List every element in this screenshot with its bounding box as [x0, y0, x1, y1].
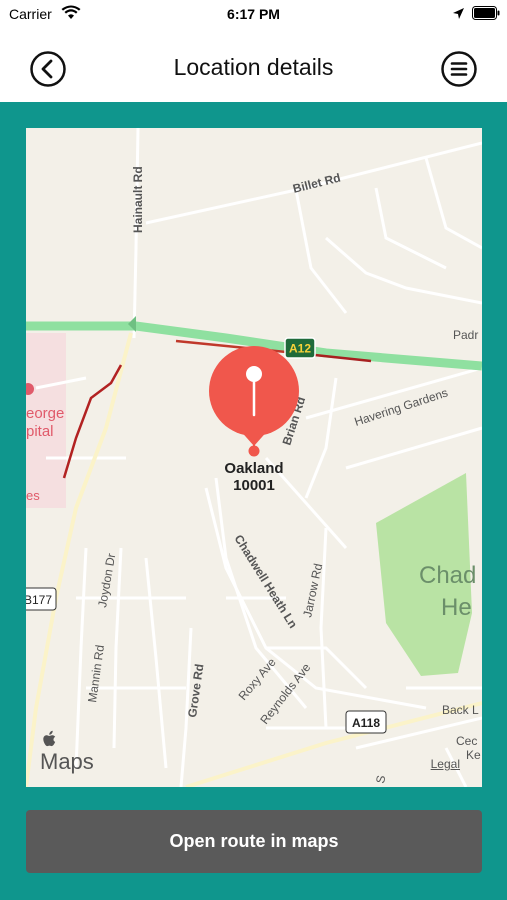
map-canvas[interactable]: A12 B177 A118 Hainault Rd Billet Rd Bria…	[26, 128, 482, 787]
padr-label: Padr	[453, 328, 478, 342]
location-arrow-icon	[452, 7, 465, 25]
b177-label: B177	[26, 593, 52, 607]
menu-button[interactable]	[440, 50, 478, 88]
menu-circle-icon	[441, 51, 477, 87]
a12-label: A12	[289, 342, 311, 356]
pin-label: Oakland 10001	[194, 460, 314, 494]
apple-maps-logo: Maps	[40, 729, 94, 775]
pin-code: 10001	[233, 477, 275, 494]
joydon-dr-label: Joydon Dr	[95, 552, 118, 608]
status-bar: Carrier 6:17 PM	[0, 0, 507, 28]
park-label-2: He	[441, 594, 472, 621]
ke-label: Ke	[466, 748, 481, 762]
roxy-ave-label: Roxy Ave	[236, 655, 279, 703]
content-area: A12 B177 A118 Hainault Rd Billet Rd Bria…	[0, 102, 507, 900]
pin-name: Oakland	[224, 460, 284, 477]
minor-streets	[35, 128, 482, 787]
chadwell-heath-ln-label: Chadwell Heath Ln	[231, 532, 300, 630]
park-label-1: Chad	[419, 562, 476, 589]
battery-icon	[472, 6, 500, 25]
clock: 6:17 PM	[227, 6, 280, 22]
maps-text: Maps	[40, 749, 94, 774]
billet-rd-label: Billet Rd	[291, 171, 342, 196]
hospital-label-2: pital	[26, 423, 54, 440]
mannin-rd-label: Mannin Rd	[85, 644, 107, 703]
back-lane-label: Back L	[442, 703, 479, 717]
legal-link[interactable]: Legal	[431, 757, 460, 771]
hospital-label-3: es	[26, 488, 40, 503]
hospital-label-1: eorge	[26, 405, 64, 422]
navigation-bar: Location details	[0, 28, 507, 102]
open-route-button[interactable]: Open route in maps	[26, 810, 482, 873]
cec-label: Cec	[456, 734, 477, 748]
apple-icon	[43, 730, 56, 747]
page-title: Location details	[173, 54, 334, 80]
map-view[interactable]: A12 B177 A118 Hainault Rd Billet Rd Bria…	[26, 128, 482, 787]
s-label: S	[373, 774, 388, 784]
hainault-rd-label: Hainault Rd	[131, 166, 145, 233]
a118-label: A118	[352, 716, 380, 730]
